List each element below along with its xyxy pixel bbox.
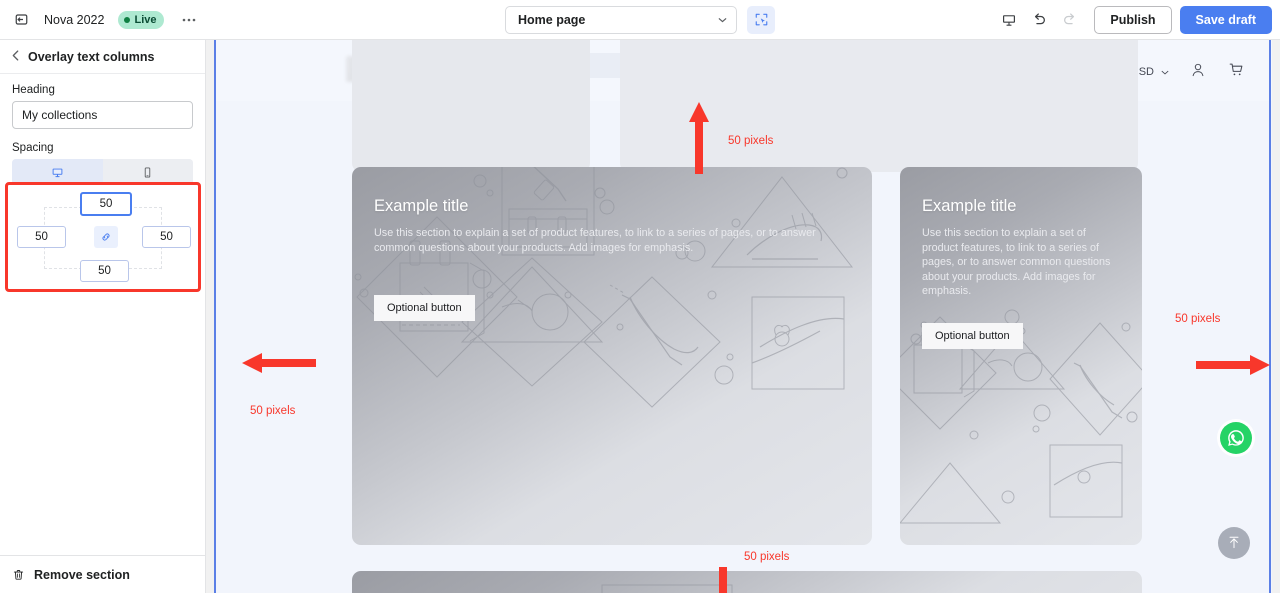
ellipsis-icon <box>183 18 196 21</box>
editor-topbar: Nova 2022 Live Home page Publish Save dr… <box>0 0 1280 40</box>
chevron-down-icon <box>1161 70 1169 75</box>
redo-button[interactable] <box>1054 6 1084 34</box>
spacing-bottom-input[interactable] <box>80 260 129 282</box>
overlay-text-card-3[interactable]: Example title <box>352 571 1142 593</box>
live-dot-icon <box>124 16 131 23</box>
exit-editor-button[interactable] <box>8 7 34 33</box>
chevron-left-icon <box>12 50 19 61</box>
preview-canvas-area: Search products Home New Arrivals More l… <box>206 40 1280 593</box>
overlay-text-card-1[interactable]: Example title Use this section to explai… <box>352 167 872 545</box>
topbar-right-group: Publish Save draft <box>994 5 1272 34</box>
shop-name: Nova 2022 <box>44 12 105 27</box>
spacing-right-input[interactable] <box>142 226 191 248</box>
card-description: Use this section to explain a set of pro… <box>922 227 1111 298</box>
product-lineart-illustration <box>900 309 1142 524</box>
scroll-to-top-button[interactable] <box>1218 527 1250 559</box>
redo-icon <box>1063 13 1074 25</box>
overlay-text-card-2[interactable]: Example title Use this section to explai… <box>900 167 1142 545</box>
remove-section-label: Remove section <box>34 567 130 582</box>
undo-icon <box>1034 13 1045 25</box>
spacing-annotation-left: 50 pixels <box>250 405 296 417</box>
section-selection-border-left <box>214 40 216 593</box>
section-select-tool-button[interactable] <box>747 5 775 34</box>
spacing-annotation-right: 50 pixels <box>1175 313 1221 325</box>
mobile-icon <box>145 166 151 178</box>
card-title: Example title <box>922 197 1017 215</box>
undo-button[interactable] <box>1024 6 1054 34</box>
spacing-top-input[interactable] <box>80 192 132 216</box>
heading-input[interactable] <box>12 101 193 129</box>
trash-icon <box>13 569 24 580</box>
card-optional-button[interactable]: Optional button <box>374 295 475 321</box>
card-optional-button[interactable]: Optional button <box>922 323 1023 349</box>
spacing-left-input[interactable] <box>17 226 66 248</box>
exit-icon <box>15 14 27 25</box>
previous-section-card-left <box>352 40 590 172</box>
account-button[interactable] <box>1189 61 1207 84</box>
topbar-left-group: Nova 2022 Live <box>0 7 202 33</box>
live-status-badge: Live <box>118 10 165 29</box>
spacing-link-toggle[interactable] <box>94 226 118 248</box>
desktop-preview-icon <box>1003 14 1016 26</box>
product-lineart-illustration <box>601 584 733 593</box>
link-icon <box>102 233 110 241</box>
cart-button[interactable] <box>1227 60 1246 84</box>
device-preview-button[interactable] <box>994 6 1024 34</box>
page-selector[interactable]: Home page <box>505 5 737 34</box>
whatsapp-chat-button[interactable] <box>1220 422 1252 454</box>
publish-button[interactable]: Publish <box>1094 5 1172 34</box>
page-title: Overlay text columns <box>28 49 155 64</box>
product-lineart-illustration <box>354 167 854 408</box>
sidebar-body: Heading Spacing <box>0 74 205 185</box>
spacing-field-label: Spacing <box>12 142 54 154</box>
chevron-down-icon <box>718 17 727 22</box>
section-selection-border-right <box>1269 40 1271 593</box>
spacing-arrow-top <box>689 102 709 174</box>
account-icon <box>1192 63 1204 76</box>
cart-icon <box>1229 63 1243 76</box>
page-selector-value: Home page <box>518 12 586 27</box>
arrow-up-icon <box>1229 536 1239 549</box>
spacing-arrow-right <box>1196 355 1270 375</box>
whatsapp-icon <box>1228 430 1244 446</box>
spacing-annotation-bottom: 50 pixels <box>744 551 790 563</box>
save-draft-button[interactable]: Save draft <box>1179 5 1272 34</box>
spacing-annotation-top: 50 pixels <box>728 135 774 147</box>
desktop-icon <box>52 168 63 177</box>
spacing-arrow-left <box>242 353 316 373</box>
spacing-arrow-bottom <box>719 567 727 593</box>
card-description: Use this section to explain a set of pro… <box>374 227 816 254</box>
sidebar-header: Overlay text columns <box>0 40 205 74</box>
spacing-control-highlight <box>5 182 201 292</box>
live-badge-label: Live <box>134 13 157 26</box>
more-options-button[interactable] <box>176 7 202 33</box>
remove-section-button[interactable]: Remove section <box>0 555 205 593</box>
heading-field-label: Heading <box>12 84 55 96</box>
topbar-center-group: Home page <box>505 5 775 34</box>
spacing-control <box>8 185 198 289</box>
settings-sidebar: Overlay text columns Heading Spacing <box>0 40 206 593</box>
sidebar-back-button[interactable] <box>12 50 19 63</box>
card-title: Example title <box>374 197 469 215</box>
section-select-icon <box>755 13 767 26</box>
storefront-preview: Search products Home New Arrivals More l… <box>214 40 1272 593</box>
